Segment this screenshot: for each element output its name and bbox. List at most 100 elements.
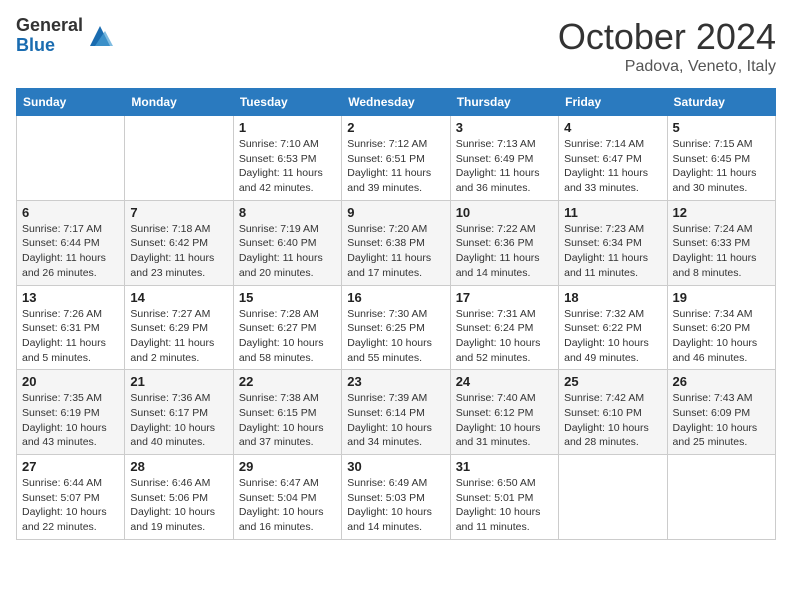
- day-cell: 28 Sunrise: 6:46 AM Sunset: 5:06 PM Dayli…: [125, 455, 233, 540]
- header-cell-wednesday: Wednesday: [342, 89, 450, 116]
- day-cell: 6 Sunrise: 7:17 AM Sunset: 6:44 PM Daylig…: [17, 200, 125, 285]
- day-info: Sunrise: 7:43 AM Sunset: 6:09 PM Dayligh…: [673, 391, 770, 450]
- day-info: Sunrise: 7:10 AM Sunset: 6:53 PM Dayligh…: [239, 137, 336, 196]
- day-number: 24: [456, 374, 553, 389]
- day-info: Sunrise: 7:39 AM Sunset: 6:14 PM Dayligh…: [347, 391, 444, 450]
- day-info: Sunrise: 7:14 AM Sunset: 6:47 PM Dayligh…: [564, 137, 661, 196]
- header-cell-monday: Monday: [125, 89, 233, 116]
- day-info: Sunrise: 7:36 AM Sunset: 6:17 PM Dayligh…: [130, 391, 227, 450]
- day-cell: 13 Sunrise: 7:26 AM Sunset: 6:31 PM Dayli…: [17, 285, 125, 370]
- day-cell: 17 Sunrise: 7:31 AM Sunset: 6:24 PM Dayli…: [450, 285, 558, 370]
- day-cell: 16 Sunrise: 7:30 AM Sunset: 6:25 PM Dayli…: [342, 285, 450, 370]
- day-info: Sunrise: 7:27 AM Sunset: 6:29 PM Dayligh…: [130, 307, 227, 366]
- day-cell: 27 Sunrise: 6:44 AM Sunset: 5:07 PM Dayli…: [17, 455, 125, 540]
- title-area: October 2024 Padova, Veneto, Italy: [558, 16, 776, 76]
- day-info: Sunrise: 7:35 AM Sunset: 6:19 PM Dayligh…: [22, 391, 119, 450]
- day-cell: 25Sunrise: 7:42 AM Sunset: 6:10 PM Dayli…: [559, 370, 667, 455]
- day-cell: 11 Sunrise: 7:23 AM Sunset: 6:34 PM Dayli…: [559, 200, 667, 285]
- header-cell-friday: Friday: [559, 89, 667, 116]
- day-cell: 3Sunrise: 7:13 AM Sunset: 6:49 PM Daylig…: [450, 116, 558, 201]
- week-row-1: 1 Sunrise: 7:10 AM Sunset: 6:53 PM Daylig…: [17, 116, 776, 201]
- logo-general: General: [16, 16, 83, 36]
- day-number: 11: [564, 205, 661, 220]
- day-number: 6: [22, 205, 119, 220]
- day-number: 27: [22, 459, 119, 474]
- day-number: 13: [22, 290, 119, 305]
- day-number: 23: [347, 374, 444, 389]
- day-info: Sunrise: 7:12 AM Sunset: 6:51 PM Dayligh…: [347, 137, 444, 196]
- day-cell: 12 Sunrise: 7:24 AM Sunset: 6:33 PM Dayli…: [667, 200, 775, 285]
- header-cell-thursday: Thursday: [450, 89, 558, 116]
- day-info: Sunrise: 7:24 AM Sunset: 6:33 PM Dayligh…: [673, 222, 770, 281]
- logo: General Blue: [16, 16, 115, 56]
- day-number: 16: [347, 290, 444, 305]
- day-number: 31: [456, 459, 553, 474]
- day-cell: 14 Sunrise: 7:27 AM Sunset: 6:29 PM Dayli…: [125, 285, 233, 370]
- day-cell: 18Sunrise: 7:32 AM Sunset: 6:22 PM Dayli…: [559, 285, 667, 370]
- calendar-table: SundayMondayTuesdayWednesdayThursdayFrid…: [16, 88, 776, 540]
- day-number: 28: [130, 459, 227, 474]
- day-info: Sunrise: 7:15 AM Sunset: 6:45 PM Dayligh…: [673, 137, 770, 196]
- day-cell: 20 Sunrise: 7:35 AM Sunset: 6:19 PM Dayli…: [17, 370, 125, 455]
- day-cell: 9Sunrise: 7:20 AM Sunset: 6:38 PM Daylig…: [342, 200, 450, 285]
- week-row-5: 27 Sunrise: 6:44 AM Sunset: 5:07 PM Dayli…: [17, 455, 776, 540]
- day-info: Sunrise: 7:38 AM Sunset: 6:15 PM Dayligh…: [239, 391, 336, 450]
- day-cell: [125, 116, 233, 201]
- header-cell-saturday: Saturday: [667, 89, 775, 116]
- header-row: SundayMondayTuesdayWednesdayThursdayFrid…: [17, 89, 776, 116]
- day-cell: 4Sunrise: 7:14 AM Sunset: 6:47 PM Daylig…: [559, 116, 667, 201]
- day-cell: 7Sunrise: 7:18 AM Sunset: 6:42 PM Daylig…: [125, 200, 233, 285]
- day-info: Sunrise: 7:31 AM Sunset: 6:24 PM Dayligh…: [456, 307, 553, 366]
- day-info: Sunrise: 6:46 AM Sunset: 5:06 PM Dayligh…: [130, 476, 227, 535]
- day-number: 30: [347, 459, 444, 474]
- day-number: 8: [239, 205, 336, 220]
- day-cell: 23 Sunrise: 7:39 AM Sunset: 6:14 PM Dayli…: [342, 370, 450, 455]
- day-info: Sunrise: 7:17 AM Sunset: 6:44 PM Dayligh…: [22, 222, 119, 281]
- day-cell: 29 Sunrise: 6:47 AM Sunset: 5:04 PM Dayli…: [233, 455, 341, 540]
- week-row-3: 13 Sunrise: 7:26 AM Sunset: 6:31 PM Dayli…: [17, 285, 776, 370]
- day-cell: [559, 455, 667, 540]
- day-info: Sunrise: 7:40 AM Sunset: 6:12 PM Dayligh…: [456, 391, 553, 450]
- day-info: Sunrise: 7:30 AM Sunset: 6:25 PM Dayligh…: [347, 307, 444, 366]
- day-number: 17: [456, 290, 553, 305]
- day-cell: 30 Sunrise: 6:49 AM Sunset: 5:03 PM Dayli…: [342, 455, 450, 540]
- week-row-2: 6 Sunrise: 7:17 AM Sunset: 6:44 PM Daylig…: [17, 200, 776, 285]
- day-info: Sunrise: 7:32 AM Sunset: 6:22 PM Dayligh…: [564, 307, 661, 366]
- day-cell: 5 Sunrise: 7:15 AM Sunset: 6:45 PM Daylig…: [667, 116, 775, 201]
- header-cell-tuesday: Tuesday: [233, 89, 341, 116]
- day-number: 26: [673, 374, 770, 389]
- day-cell: 2 Sunrise: 7:12 AM Sunset: 6:51 PM Daylig…: [342, 116, 450, 201]
- day-number: 19: [673, 290, 770, 305]
- day-number: 21: [130, 374, 227, 389]
- day-info: Sunrise: 6:44 AM Sunset: 5:07 PM Dayligh…: [22, 476, 119, 535]
- day-cell: [667, 455, 775, 540]
- day-cell: 22 Sunrise: 7:38 AM Sunset: 6:15 PM Dayli…: [233, 370, 341, 455]
- day-info: Sunrise: 7:13 AM Sunset: 6:49 PM Dayligh…: [456, 137, 553, 196]
- header-cell-sunday: Sunday: [17, 89, 125, 116]
- day-number: 14: [130, 290, 227, 305]
- day-number: 22: [239, 374, 336, 389]
- day-number: 5: [673, 120, 770, 135]
- day-info: Sunrise: 6:47 AM Sunset: 5:04 PM Dayligh…: [239, 476, 336, 535]
- day-number: 2: [347, 120, 444, 135]
- day-info: Sunrise: 6:49 AM Sunset: 5:03 PM Dayligh…: [347, 476, 444, 535]
- day-info: Sunrise: 7:18 AM Sunset: 6:42 PM Dayligh…: [130, 222, 227, 281]
- day-number: 29: [239, 459, 336, 474]
- day-cell: 31Sunrise: 6:50 AM Sunset: 5:01 PM Dayli…: [450, 455, 558, 540]
- day-number: 15: [239, 290, 336, 305]
- day-number: 9: [347, 205, 444, 220]
- day-info: Sunrise: 7:23 AM Sunset: 6:34 PM Dayligh…: [564, 222, 661, 281]
- month-title: October 2024: [558, 16, 776, 58]
- day-number: 1: [239, 120, 336, 135]
- day-cell: 19Sunrise: 7:34 AM Sunset: 6:20 PM Dayli…: [667, 285, 775, 370]
- day-number: 12: [673, 205, 770, 220]
- header: General Blue October 2024 Padova, Veneto…: [16, 16, 776, 76]
- week-row-4: 20 Sunrise: 7:35 AM Sunset: 6:19 PM Dayli…: [17, 370, 776, 455]
- day-number: 20: [22, 374, 119, 389]
- day-info: Sunrise: 7:19 AM Sunset: 6:40 PM Dayligh…: [239, 222, 336, 281]
- day-info: Sunrise: 7:26 AM Sunset: 6:31 PM Dayligh…: [22, 307, 119, 366]
- day-cell: 24 Sunrise: 7:40 AM Sunset: 6:12 PM Dayli…: [450, 370, 558, 455]
- day-cell: 26 Sunrise: 7:43 AM Sunset: 6:09 PM Dayli…: [667, 370, 775, 455]
- day-cell: 1 Sunrise: 7:10 AM Sunset: 6:53 PM Daylig…: [233, 116, 341, 201]
- day-cell: [17, 116, 125, 201]
